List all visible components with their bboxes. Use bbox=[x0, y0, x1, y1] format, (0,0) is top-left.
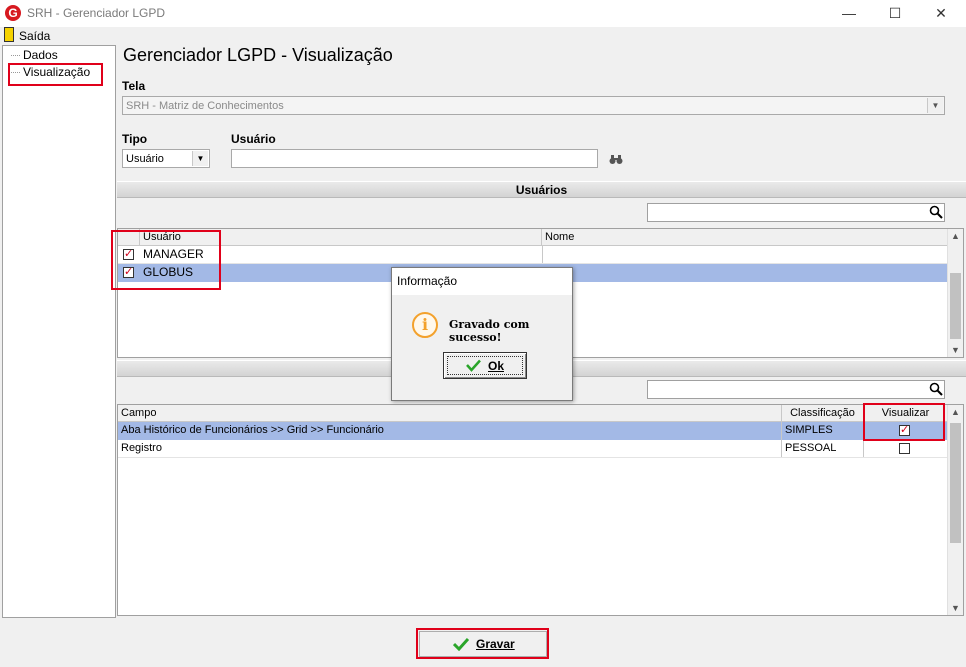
row-classificacao: PESSOAL bbox=[782, 440, 864, 457]
users-grid-header: Usuário Nome bbox=[118, 229, 963, 246]
column-header-classificacao[interactable]: Classificação bbox=[782, 405, 864, 421]
app-logo-icon: G bbox=[5, 5, 21, 21]
tela-select[interactable]: SRH - Matriz de Conhecimentos ▼ bbox=[122, 96, 945, 115]
column-header-campo[interactable]: Campo bbox=[118, 405, 782, 421]
row-visualizar-checkbox[interactable] bbox=[899, 443, 910, 454]
close-button[interactable]: ✕ bbox=[918, 0, 964, 27]
dialog-title: Informação bbox=[392, 268, 572, 295]
tipo-label: Tipo bbox=[122, 132, 148, 146]
minimize-button[interactable]: — bbox=[826, 0, 872, 27]
table-row[interactable]: Registro PESSOAL bbox=[118, 440, 947, 458]
row-nome bbox=[542, 246, 947, 263]
checkmark-icon bbox=[466, 359, 481, 372]
scroll-up-icon[interactable]: ▲ bbox=[948, 231, 963, 241]
tela-label: Tela bbox=[122, 79, 146, 93]
ok-focus-rect bbox=[447, 356, 523, 375]
fields-search-input[interactable] bbox=[647, 380, 945, 399]
chevron-down-icon[interactable]: ▼ bbox=[192, 151, 208, 166]
tipo-select[interactable]: Usuário ▼ bbox=[122, 149, 210, 168]
users-search-input[interactable] bbox=[647, 203, 945, 222]
highlight-box-users bbox=[111, 230, 221, 290]
column-header-nome[interactable]: Nome bbox=[542, 229, 947, 245]
menu-exit[interactable]: Saída bbox=[19, 29, 50, 43]
scrollbar-thumb[interactable] bbox=[950, 423, 961, 543]
maximize-button[interactable]: ☐ bbox=[872, 0, 918, 27]
scrollbar-thumb[interactable] bbox=[950, 273, 961, 339]
navigation-tree bbox=[2, 45, 116, 618]
highlight-box-save bbox=[416, 628, 549, 659]
chevron-down-icon[interactable]: ▼ bbox=[927, 98, 943, 113]
window-title: SRH - Gerenciador LGPD bbox=[27, 6, 166, 20]
info-icon: i bbox=[412, 312, 438, 338]
users-scrollbar[interactable]: ▲ ▼ bbox=[947, 229, 963, 357]
row-campo: Aba Histórico de Funcionários >> Grid >>… bbox=[118, 422, 782, 440]
scroll-up-icon[interactable]: ▲ bbox=[948, 407, 963, 417]
info-dialog: Informação i Gravado com sucesso! Ok bbox=[391, 267, 573, 401]
ok-button-label: Ok bbox=[488, 359, 505, 373]
tela-value: SRH - Matriz de Conhecimentos bbox=[126, 100, 284, 112]
dialog-message: Gravado com sucesso! bbox=[449, 318, 530, 344]
row-nome bbox=[542, 264, 947, 282]
usuario-input[interactable] bbox=[231, 149, 598, 168]
scroll-down-icon[interactable]: ▼ bbox=[948, 345, 963, 355]
search-icon[interactable] bbox=[929, 205, 943, 219]
binoculars-icon[interactable] bbox=[609, 154, 623, 165]
page-title: Gerenciador LGPD - Visualização bbox=[123, 45, 393, 65]
highlight-box-visualizar bbox=[863, 403, 945, 441]
table-row[interactable]: MANAGER bbox=[118, 246, 947, 264]
usuario-label: Usuário bbox=[231, 132, 276, 146]
search-icon[interactable] bbox=[929, 382, 943, 396]
row-classificacao: SIMPLES bbox=[782, 422, 864, 440]
title-bar: G SRH - Gerenciador LGPD — ☐ ✕ bbox=[0, 0, 966, 27]
scroll-down-icon[interactable]: ▼ bbox=[948, 603, 963, 613]
exit-door-icon[interactable] bbox=[4, 27, 14, 42]
tree-item-dados[interactable]: Dados bbox=[9, 48, 58, 62]
highlight-box-tree bbox=[8, 63, 103, 86]
tipo-value: Usuário bbox=[126, 153, 164, 165]
section-header-usuarios: Usuários bbox=[117, 181, 966, 198]
menu-bar bbox=[0, 27, 966, 45]
row-campo: Registro bbox=[118, 440, 782, 457]
fields-grid-header: Campo Classificação Visualizar bbox=[118, 405, 963, 422]
fields-grid: Campo Classificação Visualizar Aba Histó… bbox=[117, 404, 964, 616]
fields-scrollbar[interactable]: ▲ ▼ bbox=[947, 405, 963, 615]
table-row[interactable]: Aba Histórico de Funcionários >> Grid >>… bbox=[118, 422, 947, 440]
ok-button[interactable]: Ok bbox=[443, 352, 527, 379]
